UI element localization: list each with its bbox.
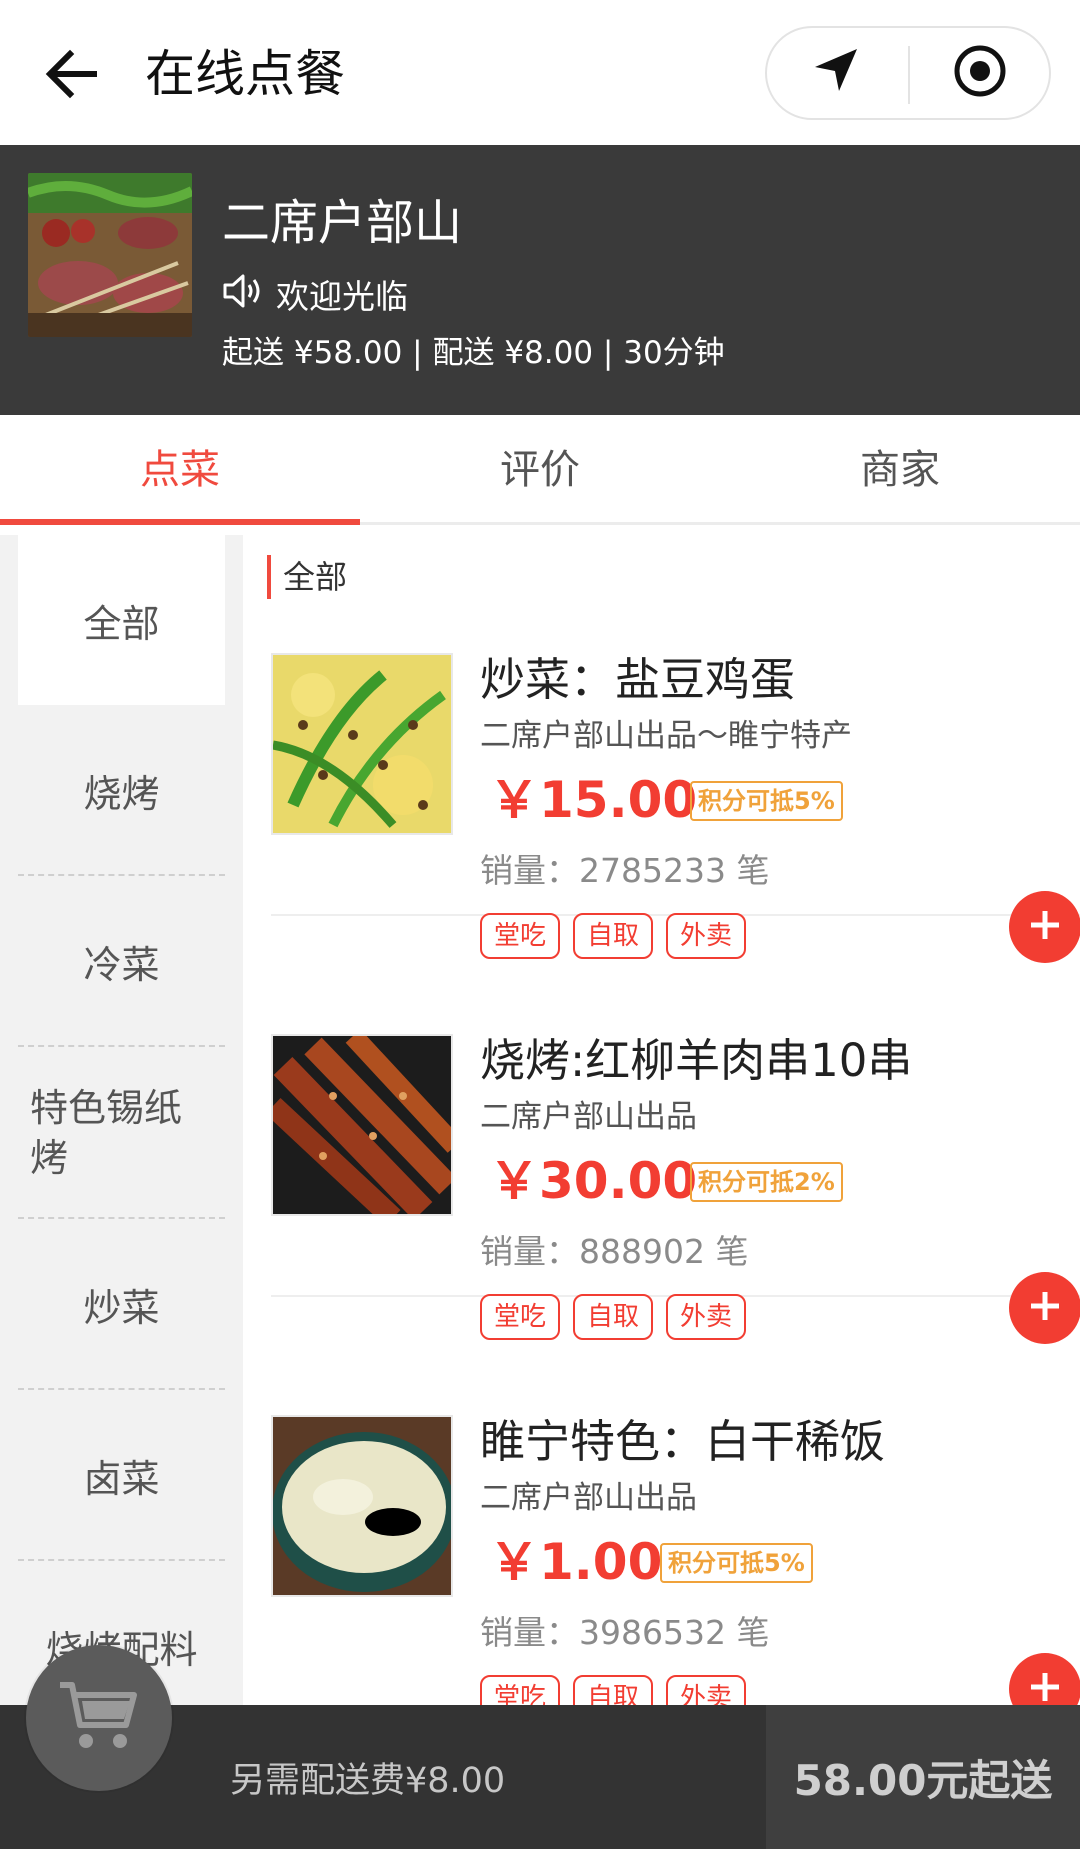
min-order-button[interactable]: 58.00元起送 [766,1705,1080,1849]
product-image[interactable] [271,1415,453,1597]
category-label: 炒菜 [83,1286,160,1330]
capsule-menu [765,26,1051,120]
add-to-cart-button[interactable] [1009,1653,1080,1705]
tag-delivery: 外卖 [666,1675,747,1705]
points-badge: 积分可抵2% [690,1162,843,1202]
notice-text: 欢迎光临 [276,276,408,316]
service-tags: 堂吃 自取 外卖 [480,1675,747,1705]
category-all[interactable]: 全部 [18,535,225,705]
page-title: 在线点餐 [145,45,345,103]
product-list: 全部 炒菜：盐豆鸡蛋 二席户部山出品～睢宁特产 ￥15.00 积分可抵5% 销量… [243,535,1080,1705]
product-name: 睢宁特色：白干稀饭 [480,1415,886,1468]
location-button[interactable] [767,28,907,118]
shop-delivery-info: 起送 ¥58.00 | 配送 ¥8.00 | 30分钟 [222,335,725,371]
category-label: 烧烤 [83,772,160,816]
category-label: 特色锡纸烤 [30,1086,183,1180]
shop-header: 二席户部山 欢迎光临 起送 ¥58.00 | 配送 ¥8.00 | 30分钟 [0,145,1080,415]
plus-icon [1025,1667,1065,1705]
product-price: ￥30.00 [489,1152,698,1210]
product-description: 二席户部山出品～睢宁特产 [480,718,852,754]
category-label: 冷菜 [83,943,160,987]
product-item[interactable]: 炒菜：盐豆鸡蛋 二席户部山出品～睢宁特产 ￥15.00 积分可抵5% 销量：27… [271,535,1080,963]
shop-notice: 欢迎光临 [222,273,408,320]
cart-icon [56,1679,142,1757]
record-icon [952,43,1008,103]
points-badge: 积分可抵5% [690,781,843,821]
shop-logo [28,173,192,337]
product-name: 炒菜：盐豆鸡蛋 [480,653,796,706]
product-image[interactable] [271,653,453,835]
points-badge: 积分可抵5% [660,1543,813,1583]
product-sales: 销量：2785233 笔 [480,851,770,890]
category-braised[interactable]: 卤菜 [0,1390,243,1561]
tag-pickup: 自取 [573,1675,654,1705]
tab-merchant[interactable]: 商家 [720,415,1080,522]
product-price: ￥15.00 [489,771,698,829]
product-item[interactable]: 烧烤:红柳羊肉串10串 二席户部山出品 ￥30.00 积分可抵2% 销量：888… [271,916,1080,1344]
navigation-icon [811,45,863,101]
cart-button[interactable] [26,1645,172,1791]
product-name: 烧烤:红柳羊肉串10串 [480,1034,913,1087]
category-foil-grill[interactable]: 特色锡纸烤 [0,1047,243,1219]
record-button[interactable] [910,28,1050,118]
back-arrow-icon[interactable] [40,42,104,106]
category-cold-dishes[interactable]: 冷菜 [0,876,243,1047]
product-item[interactable]: 睢宁特色：白干稀饭 二席户部山出品 ￥1.00 积分可抵5% 销量：398653… [271,1297,1080,1705]
product-description: 二席户部山出品 [480,1480,697,1516]
category-label: 全部 [83,601,160,646]
shop-name: 二席户部山 [222,195,463,251]
tag-dine-in: 堂吃 [480,1675,561,1705]
category-bbq[interactable]: 烧烤 [0,705,243,876]
tab-order[interactable]: 点菜 [0,415,360,525]
category-label: 卤菜 [83,1457,160,1501]
tab-bar: 点菜 评价 商家 [0,415,1080,525]
product-image[interactable] [271,1034,453,1216]
category-stir-fry[interactable]: 炒菜 [0,1219,243,1390]
product-description: 二席户部山出品 [480,1099,697,1135]
product-sales: 销量：3986532 笔 [480,1613,770,1652]
speaker-icon [222,273,266,320]
product-price: ￥1.00 [489,1533,663,1591]
tab-reviews[interactable]: 评价 [360,415,720,522]
product-sales: 销量：888902 笔 [480,1232,749,1271]
top-bar: 在线点餐 [0,0,1080,145]
category-sidebar: 全部 烧烤 冷菜 特色锡纸烤 炒菜 卤菜 烧烤配料 [0,535,243,1705]
